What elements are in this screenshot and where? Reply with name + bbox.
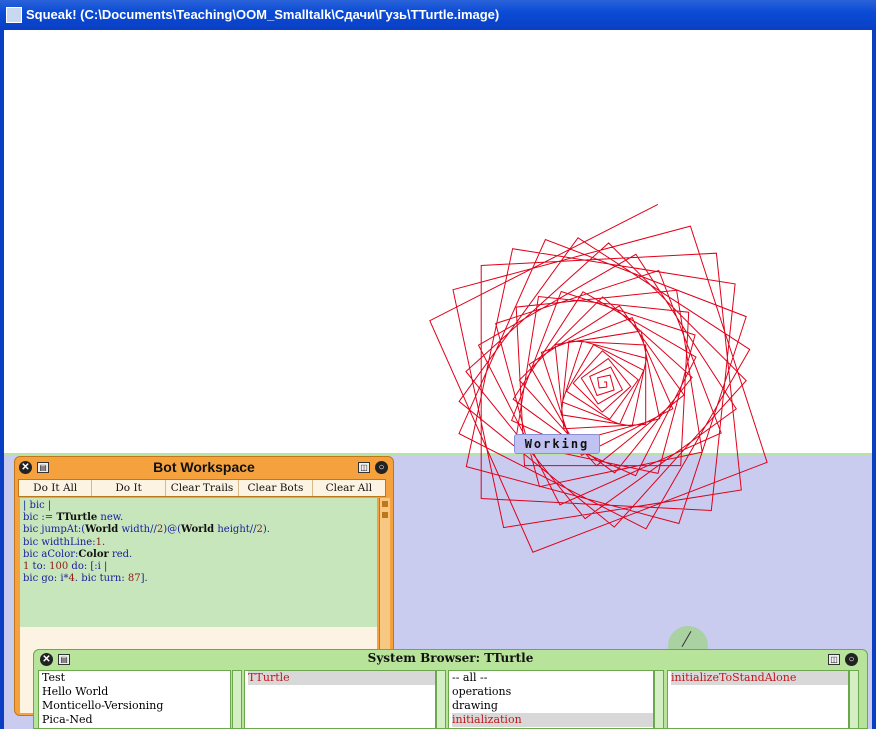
method-list[interactable]: initializeToStandAlone	[667, 670, 849, 729]
code-line: 1 to: 100 do: [:i |	[23, 561, 108, 573]
protocol-list[interactable]: -- all -- operations drawing initializat…	[448, 670, 654, 729]
workspace-title: Bot Workspace	[153, 459, 255, 475]
collapse-icon[interactable]: ◫	[358, 462, 370, 473]
system-browser-window[interactable]: ✕ ▤ System Browser: TTurtle ◫ ○ Test Hel…	[33, 649, 868, 729]
workspace-titlebar[interactable]: ✕ ▤ Bot Workspace ◫ ○	[15, 457, 393, 479]
list-item[interactable]: initialization	[452, 713, 653, 727]
squeak-app-icon	[6, 7, 22, 23]
code-line: bic aColor:Color red.	[23, 548, 133, 560]
list-item[interactable]: drawing	[452, 699, 653, 713]
squeak-world[interactable]: Working ✕ ▤ Bot Workspace ◫ ○ Do It All …	[4, 30, 872, 729]
do-it-all-button[interactable]: Do It All	[19, 480, 93, 496]
list-item[interactable]: Pica-Ned	[42, 713, 230, 727]
class-scrollbar[interactable]	[436, 670, 446, 729]
list-item[interactable]: initializeToStandAlone	[671, 671, 848, 685]
code-line: bic := TTurtle new.	[23, 512, 124, 524]
code-line: | bic |	[23, 500, 52, 511]
expand-icon[interactable]: ○	[375, 461, 388, 474]
protocol-scrollbar[interactable]	[654, 670, 664, 729]
category-scrollbar[interactable]	[232, 670, 242, 729]
workspace-button-bar: Do It All Do It Clear Trails Clear Bots …	[18, 479, 386, 497]
expand-icon[interactable]: ○	[845, 653, 858, 666]
collapse-icon[interactable]: ◫	[828, 654, 840, 665]
list-item[interactable]: -- all --	[452, 671, 653, 685]
window-titlebar[interactable]: Squeak! (C:\Documents\Teaching\OOM_Small…	[0, 0, 876, 30]
turtle-heading-line	[681, 630, 692, 648]
list-item[interactable]: operations	[452, 685, 653, 699]
window-title: Squeak! (C:\Documents\Teaching\OOM_Small…	[26, 7, 500, 22]
clear-all-button[interactable]: Clear All	[313, 480, 385, 496]
code-line: bic jumpAt:(World width//2)@(World heigh…	[23, 524, 270, 536]
list-item[interactable]: Monticello-Versioning	[42, 699, 230, 713]
list-item[interactable]: TTurtle	[248, 671, 435, 685]
category-list[interactable]: Test Hello World Monticello-Versioning P…	[38, 670, 231, 729]
browser-title: System Browser: TTurtle	[367, 651, 534, 665]
clear-trails-button[interactable]: Clear Trails	[166, 480, 240, 496]
code-line: bic widthLine:1.	[23, 536, 106, 548]
scroll-thumb[interactable]	[382, 512, 388, 518]
clear-bots-button[interactable]: Clear Bots	[239, 480, 313, 496]
scroll-up-icon[interactable]	[382, 501, 388, 507]
list-item[interactable]: Hello World	[42, 685, 230, 699]
workspace-code-editor[interactable]: | bic | bic := TTurtle new. bic jumpAt:(…	[20, 498, 377, 627]
window-frame-right	[872, 30, 876, 729]
turtle-trail-path	[429, 203, 768, 553]
method-scrollbar[interactable]	[849, 670, 859, 729]
do-it-button[interactable]: Do It	[92, 480, 166, 496]
class-list[interactable]: TTurtle	[244, 670, 436, 729]
working-indicator: Working	[514, 434, 600, 454]
list-item[interactable]: Test	[42, 671, 230, 685]
code-line: bic go: i*4. bic turn: 87].	[23, 573, 148, 585]
